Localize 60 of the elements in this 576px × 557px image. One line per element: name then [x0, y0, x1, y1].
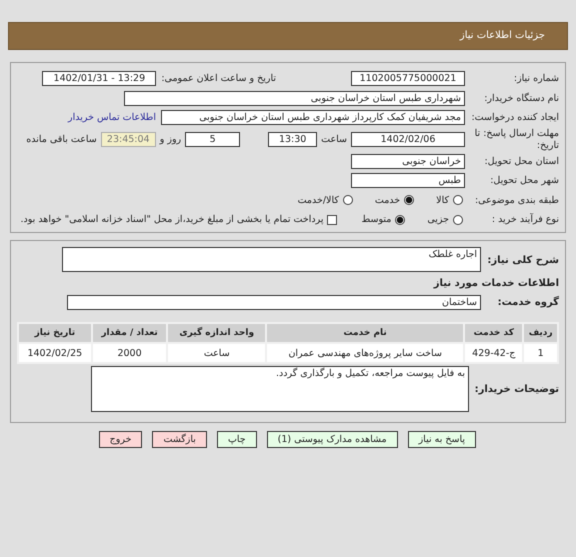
radio-button[interactable] — [453, 195, 463, 206]
field-label: گروه خدمت: — [496, 296, 560, 308]
text-field[interactable]: مجد شریفیان کمک کارپرداز شهرداری طبس استان خراسان جنوبی — [161, 110, 465, 126]
table-cell: ج-42-429 — [465, 344, 522, 362]
field-label: نوع فرآیند خرید : — [490, 214, 560, 226]
text-field[interactable]: 1402/02/06 — [351, 132, 465, 147]
field-label: روز و — [160, 134, 182, 145]
field-label: ایجاد کننده درخواست: — [470, 112, 560, 124]
text-field[interactable]: اجاره غلطک — [62, 246, 481, 272]
contact-link[interactable]: اطلاعات تماس خریدار — [68, 112, 156, 124]
option-label: کالا — [436, 194, 449, 206]
column-header: ردیف — [524, 324, 557, 342]
field-label: شهر محل تحویل: — [489, 175, 560, 186]
text-field[interactable]: 1402/01/31 - 13:29 — [42, 71, 156, 86]
table-cell: ساخت سایر پروژه‌های مهندسی عمران — [267, 344, 464, 362]
text-field[interactable]: 1102005775000021 — [351, 71, 465, 86]
column-header: کد خدمت — [465, 324, 522, 342]
table-cell: 1402/02/25 — [19, 344, 91, 362]
column-header: واحد اندازه گیری — [168, 324, 266, 342]
section-title: اطلاعات خدمات مورد نیاز — [432, 276, 560, 290]
text-field[interactable]: به فایل پیوست مراجعه، تکمیل و بارگذاری گردد. — [91, 366, 469, 412]
field-label: طبقه بندی موضوعی: — [474, 194, 560, 206]
table-cell: 1 — [524, 344, 557, 362]
text-field[interactable]: 5 — [185, 132, 240, 147]
field-label: نام دستگاه خریدار: — [483, 92, 560, 104]
column-header: تاریخ نیاز — [19, 324, 91, 342]
field-label: تاریخ و ساعت اعلان عمومی: — [161, 73, 276, 84]
text-field[interactable]: خراسان جنوبی — [351, 154, 465, 169]
radio-button[interactable] — [395, 214, 406, 225]
radio-button[interactable] — [404, 195, 414, 206]
action-button[interactable]: چاپ — [216, 431, 257, 448]
text-field[interactable]: ساختمان — [67, 294, 481, 310]
field-label: مهلت ارسال پاسخ: تا تاریخ: — [474, 128, 560, 151]
checkbox[interactable] — [327, 214, 338, 225]
text-field[interactable]: شهرداری طبس استان خراسان جنوبی — [124, 90, 465, 106]
table-cell: 2000 — [92, 344, 166, 362]
field-label: استان محل تحویل: — [483, 156, 560, 167]
column-header: تعداد / مقدار — [92, 324, 166, 342]
option-label: کالا/خدمت — [298, 194, 339, 206]
field-label: شماره نیاز: — [512, 73, 560, 84]
field-label: شرح کلی نیاز: — [486, 254, 560, 266]
page-title: جزئیات اطلاعات نیاز — [8, 22, 568, 50]
field-label: توضیحات خریدار: — [474, 384, 560, 394]
option-label: خدمت — [374, 194, 400, 206]
text-field[interactable]: طبس — [351, 173, 465, 188]
option-label: متوسط — [361, 214, 392, 226]
action-button[interactable]: بازگشت — [152, 431, 207, 448]
radio-button[interactable] — [453, 214, 463, 225]
radio-button[interactable] — [342, 195, 353, 206]
text-field[interactable]: 13:30 — [268, 132, 318, 147]
field-label: ساعت باقی مانده — [26, 134, 97, 145]
table-cell: ساعت — [168, 344, 266, 362]
column-header: نام خدمت — [267, 324, 464, 342]
action-button[interactable]: خروج — [98, 431, 142, 448]
checkbox-label: پرداخت تمام یا بخشی از مبلغ خرید،از محل "اسناد خزانه اسلامی" خواهد بود. — [20, 214, 324, 226]
option-label: جزیی — [427, 214, 449, 226]
field-label: ساعت — [321, 134, 347, 145]
action-button[interactable]: پاسخ به نیاز — [408, 431, 476, 448]
countdown-field: 23:45:04 — [100, 132, 156, 147]
action-button[interactable]: مشاهده مدارک پیوستی (1) — [266, 431, 398, 448]
